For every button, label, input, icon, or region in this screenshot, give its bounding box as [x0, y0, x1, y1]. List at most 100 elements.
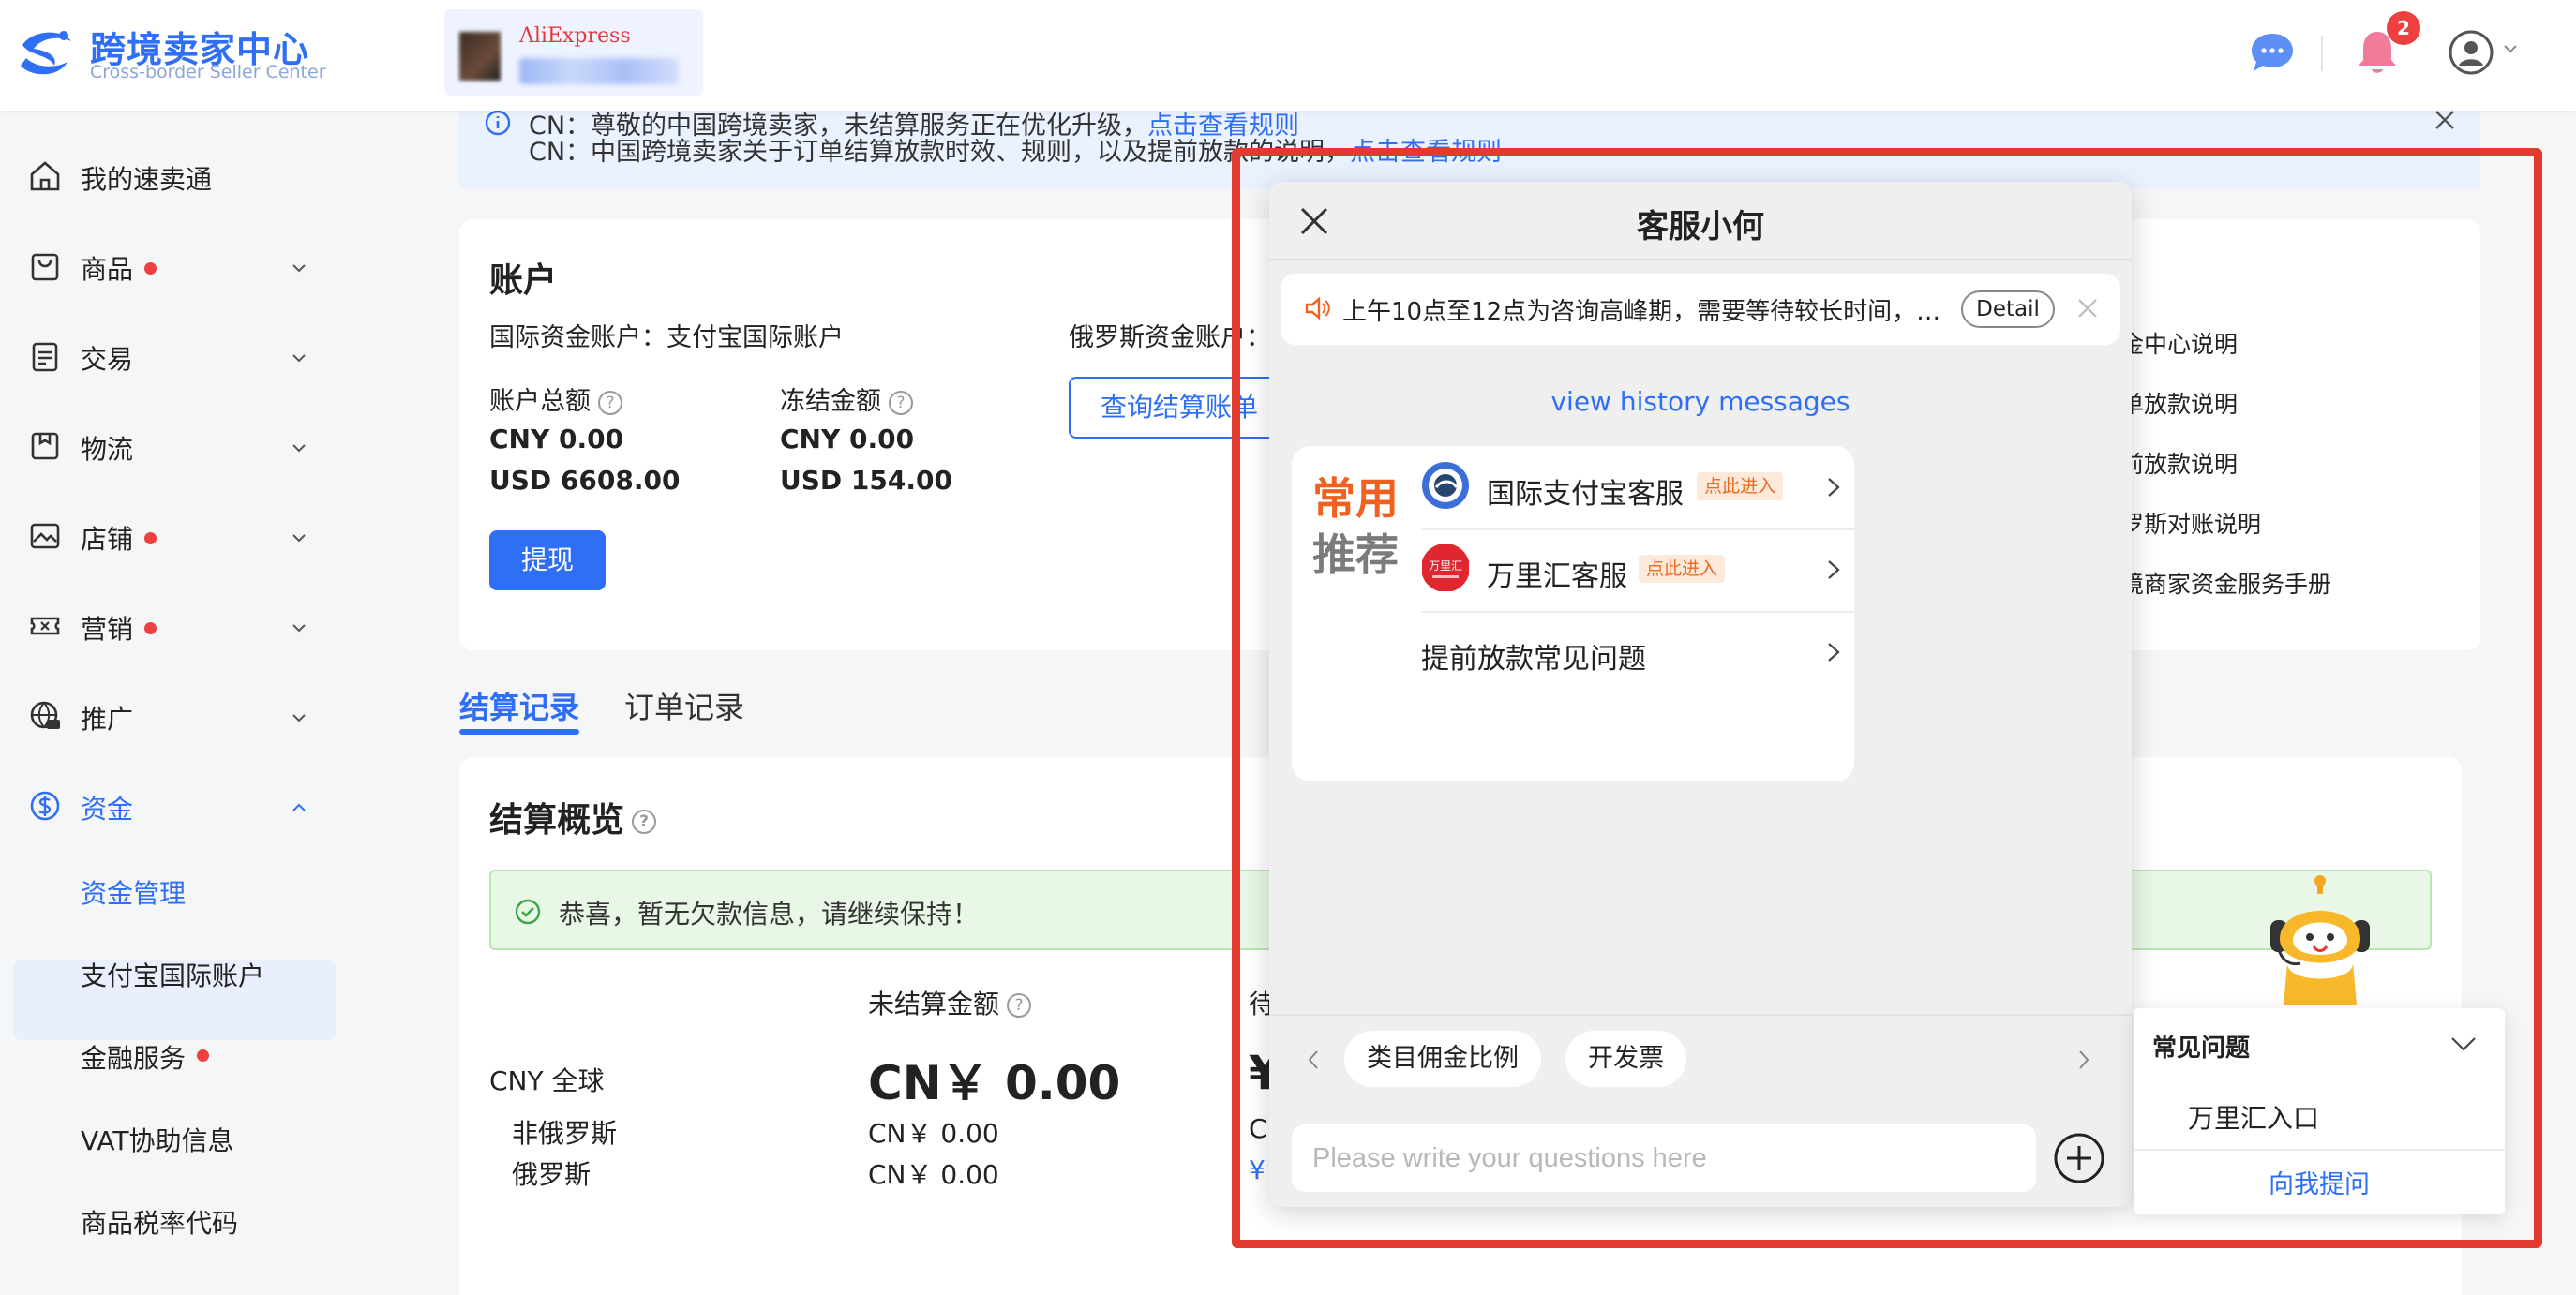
withdraw-button[interactable]: 提现: [489, 530, 606, 590]
help-link[interactable]: 金中心说明: [2120, 326, 2238, 360]
notification-badge: 2: [2387, 11, 2420, 45]
rec-item-worldfirst[interactable]: 万里汇 万里汇客服 点此进入: [1421, 528, 1854, 611]
global-unsettled-amount: CN￥ 0.00: [868, 1056, 1121, 1110]
enter-tag: 点此进入: [1639, 555, 1726, 583]
sidebar-subitem-fund-management[interactable]: 资金管理: [81, 873, 186, 911]
help-icon[interactable]: ?: [1007, 993, 1032, 1018]
sidebar-item-logistics[interactable]: 物流: [28, 416, 319, 472]
user-avatar-icon[interactable]: [2449, 30, 2494, 75]
message-icon[interactable]: [2250, 32, 2295, 73]
chevron-down-icon[interactable]: [2450, 1036, 2477, 1051]
sidebar-item-funds[interactable]: 资金: [28, 776, 319, 832]
store-switcher[interactable]: AliExpress: [444, 9, 703, 96]
divider: [2134, 1149, 2505, 1151]
chat-message-input[interactable]: [1292, 1124, 2036, 1192]
tab-settlement-records[interactable]: 结算记录: [459, 684, 579, 727]
alipay-intl-icon: [1422, 462, 1469, 509]
quick-reply-chip[interactable]: 类目佣金比例: [1344, 1031, 1541, 1087]
help-link[interactable]: 前放款说明: [2120, 446, 2238, 480]
sidebar-item-label: 资金: [81, 794, 134, 825]
help-icon[interactable]: ?: [632, 810, 657, 834]
chevron-down-icon: [292, 264, 306, 273]
chevron-down-icon: [292, 354, 306, 363]
chevron-down-icon: [292, 444, 306, 453]
sidebar-item-label: 商品: [81, 254, 134, 285]
robot-assistant-icon[interactable]: [2259, 873, 2381, 1005]
home-icon: [30, 161, 60, 191]
chevron-down-icon: [292, 624, 306, 633]
unsettled-header: 未结算金额?: [868, 984, 1032, 1021]
close-icon[interactable]: [2434, 109, 2456, 131]
help-link[interactable]: 罗斯对账说明: [2120, 506, 2261, 540]
notice-line-2: CN：中国跨境卖家关于订单结算放款时效、规则，以及提前放款的说明，点击查看规则: [529, 138, 1503, 167]
row-ru-label: 俄罗斯: [512, 1159, 592, 1190]
sidebar-subitem-alipay-intl[interactable]: 支付宝国际账户: [81, 956, 264, 993]
globe-ad-icon: [30, 701, 60, 729]
sidebar-subitem-tax-code[interactable]: 商品税率代码: [81, 1203, 238, 1241]
help-link[interactable]: 单放款说明: [2120, 386, 2238, 420]
rec-item-name: 国际支付宝客服: [1487, 478, 1684, 511]
faq-title: 常见问题: [2152, 1035, 2251, 1063]
chevron-right-icon: [1828, 560, 1840, 579]
sidebar-item-products[interactable]: 商品: [28, 236, 319, 292]
new-dot: [144, 532, 157, 544]
plus-circle-icon[interactable]: [2053, 1132, 2105, 1184]
ru-amount: CN￥ 0.00: [868, 1159, 999, 1190]
frozen-usd: USD 154.00: [780, 465, 952, 496]
help-icon[interactable]: ?: [598, 390, 622, 415]
help-icon[interactable]: ?: [889, 390, 913, 415]
total-cny: CNY 0.00: [489, 424, 624, 454]
logo-subtitle: Cross-border Seller Center: [90, 62, 326, 82]
sidebar-item-label: 推广: [81, 704, 134, 735]
query-bill-button[interactable]: 查询结算账单: [1069, 377, 1303, 439]
logo-icon: [21, 31, 71, 75]
sidebar-item-label: 交易: [81, 344, 134, 375]
sidebar-item-marketing[interactable]: 营销: [28, 596, 319, 652]
sidebar-item-trade[interactable]: 交易: [28, 326, 319, 382]
recommend-label-common: 常用: [1312, 473, 1399, 524]
sidebar-item-promotion[interactable]: 推广: [28, 686, 319, 742]
box-icon: [31, 432, 59, 460]
store-name: AliExpress: [519, 24, 631, 48]
faq-item[interactable]: 万里汇入口: [2188, 1098, 2319, 1136]
total-amount-label: 账户总额?: [489, 380, 622, 417]
new-dot: [144, 262, 157, 275]
close-icon[interactable]: [2077, 298, 2098, 319]
rules-link[interactable]: 点击查看规则: [1350, 138, 1502, 167]
frozen-amount-label: 冻结金额?: [780, 380, 913, 417]
chevron-right-icon: [1828, 478, 1840, 497]
customer-service-chat-panel: 客服小何 上午10点至12点为咨询高峰期，需要等待较长时间，… Detail v…: [1269, 182, 2132, 1207]
tab-order-records[interactable]: 订单记录: [624, 684, 744, 727]
chevron-right-icon[interactable]: [2077, 1049, 2090, 1070]
rec-item-early-release-faq[interactable]: 提前放款常见问题: [1421, 611, 1854, 693]
bag-icon: [31, 253, 59, 281]
total-usd: USD 6608.00: [489, 465, 681, 496]
view-history-link[interactable]: view history messages: [1269, 386, 2132, 417]
non-ru-amount: CN￥ 0.00: [868, 1118, 999, 1149]
active-tab-indicator: [459, 729, 579, 735]
chevron-right-icon: [1828, 643, 1840, 662]
svg-text:万里汇: 万里汇: [1429, 559, 1462, 573]
rec-item-alipay[interactable]: 国际支付宝客服 点此进入: [1421, 446, 1854, 528]
ask-me-button[interactable]: 向我提问: [2134, 1164, 2505, 1200]
announcement-bar: 上午10点至12点为咨询高峰期，需要等待较长时间，… Detail: [1281, 274, 2120, 345]
chat-header: 客服小何: [1269, 182, 2132, 260]
quick-reply-bar: 类目佣金比例 开发票: [1269, 1014, 2132, 1098]
sidebar-subitem-vat[interactable]: VAT协助信息: [81, 1121, 233, 1158]
faq-widget: 常见问题 万里汇入口 向我提问: [2134, 1008, 2505, 1214]
detail-button[interactable]: Detail: [1961, 290, 2055, 328]
quick-reply-chip[interactable]: 开发票: [1565, 1031, 1686, 1087]
sidebar-item-home[interactable]: 我的速卖通: [28, 146, 319, 202]
sidebar: 我的速卖通 商品 交易 物流 店铺 营销 推广 资金 资金管理 支付宝国际账户 …: [0, 111, 345, 1295]
ru-account-label: 俄罗斯资金账户：: [1069, 323, 1271, 352]
chevron-down-icon[interactable]: [2503, 43, 2518, 54]
clipboard-icon: [32, 342, 58, 372]
help-link[interactable]: 境商家资金服务手册: [2120, 566, 2331, 600]
worldfirst-icon: 万里汇: [1422, 544, 1469, 591]
recommendation-card: 常用 推荐 国际支付宝客服 点此进入 万里汇 万里汇客服 点此进入 提前放款常见…: [1292, 446, 1854, 781]
sidebar-subitem-financial-services[interactable]: 金融服务: [81, 1038, 186, 1076]
partial-amount: ¥: [1249, 1154, 1266, 1185]
sidebar-item-store[interactable]: 店铺: [28, 506, 319, 562]
row-non-ru-label: 非俄罗斯: [512, 1118, 618, 1149]
chevron-left-icon[interactable]: [1307, 1049, 1320, 1070]
